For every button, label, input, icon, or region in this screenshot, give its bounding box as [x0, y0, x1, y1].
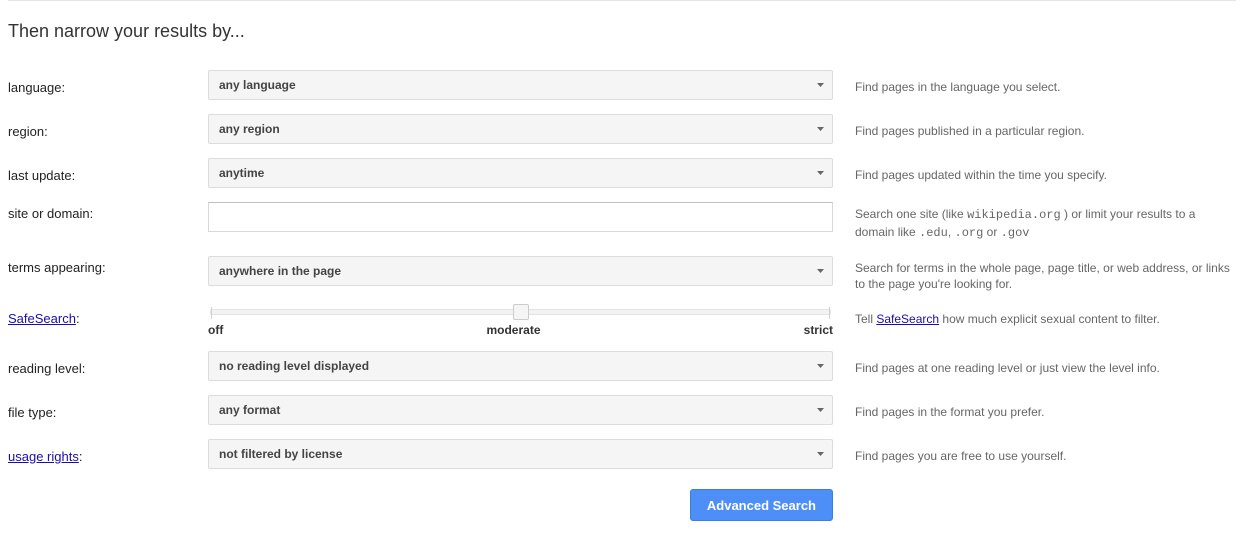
terms-appearing-select-value: anywhere in the page	[219, 264, 341, 278]
language-select[interactable]: any language	[208, 70, 833, 100]
caret-down-icon	[817, 364, 824, 368]
site-domain-input[interactable]	[208, 202, 833, 232]
caret-down-icon	[817, 408, 824, 412]
label-terms-appearing: terms appearing:	[8, 256, 208, 275]
hint-site-domain: Search one site (like wikipedia.org ) or…	[833, 202, 1236, 242]
hint-last-update: Find pages updated within the time you s…	[833, 163, 1236, 184]
slider-label-strict: strict	[804, 323, 833, 337]
usage-rights-select[interactable]: not filtered by license	[208, 439, 833, 469]
caret-down-icon	[817, 452, 824, 456]
top-divider	[8, 0, 1236, 1]
file-type-select[interactable]: any format	[208, 395, 833, 425]
section-title: Then narrow your results by...	[8, 21, 1236, 42]
hint-language: Find pages in the language you select.	[833, 75, 1236, 96]
last-update-select-value: anytime	[219, 166, 264, 180]
hint-safesearch: Tell SafeSearch how much explicit sexual…	[833, 307, 1236, 328]
label-safesearch: SafeSearch:	[8, 307, 208, 326]
file-type-select-value: any format	[219, 403, 280, 417]
last-update-select[interactable]: anytime	[208, 158, 833, 188]
usage-rights-link[interactable]: usage rights	[8, 449, 79, 464]
slider-label-off: off	[208, 323, 223, 337]
reading-level-select[interactable]: no reading level displayed	[208, 351, 833, 381]
safesearch-hint-link[interactable]: SafeSearch	[876, 312, 939, 326]
hint-region: Find pages published in a particular reg…	[833, 119, 1236, 140]
label-region: region:	[8, 120, 208, 139]
label-last-update: last update:	[8, 164, 208, 183]
label-usage-rights: usage rights:	[8, 445, 208, 464]
slider-label-moderate: moderate	[486, 323, 540, 337]
label-language: language:	[8, 76, 208, 95]
label-site-domain: site or domain:	[8, 202, 208, 221]
hint-file-type: Find pages in the format you prefer.	[833, 400, 1236, 421]
usage-rights-select-value: not filtered by license	[219, 447, 342, 461]
safesearch-slider-handle[interactable]	[513, 304, 529, 320]
label-file-type: file type:	[8, 401, 208, 420]
label-reading-level: reading level:	[8, 357, 208, 376]
safesearch-link[interactable]: SafeSearch	[8, 311, 76, 326]
safesearch-slider[interactable]	[210, 309, 831, 315]
region-select[interactable]: any region	[208, 114, 833, 144]
terms-appearing-select[interactable]: anywhere in the page	[208, 256, 833, 286]
safesearch-slider-labels: off moderate strict	[208, 323, 833, 337]
advanced-search-button[interactable]: Advanced Search	[690, 489, 833, 521]
caret-down-icon	[817, 171, 824, 175]
reading-level-select-value: no reading level displayed	[219, 359, 369, 373]
language-select-value: any language	[219, 78, 296, 92]
hint-terms-appearing: Search for terms in the whole page, page…	[833, 256, 1236, 294]
caret-down-icon	[817, 127, 824, 131]
region-select-value: any region	[219, 122, 280, 136]
hint-usage-rights: Find pages you are free to use yourself.	[833, 444, 1236, 465]
caret-down-icon	[817, 83, 824, 87]
hint-reading-level: Find pages at one reading level or just …	[833, 356, 1236, 377]
caret-down-icon	[817, 269, 824, 273]
